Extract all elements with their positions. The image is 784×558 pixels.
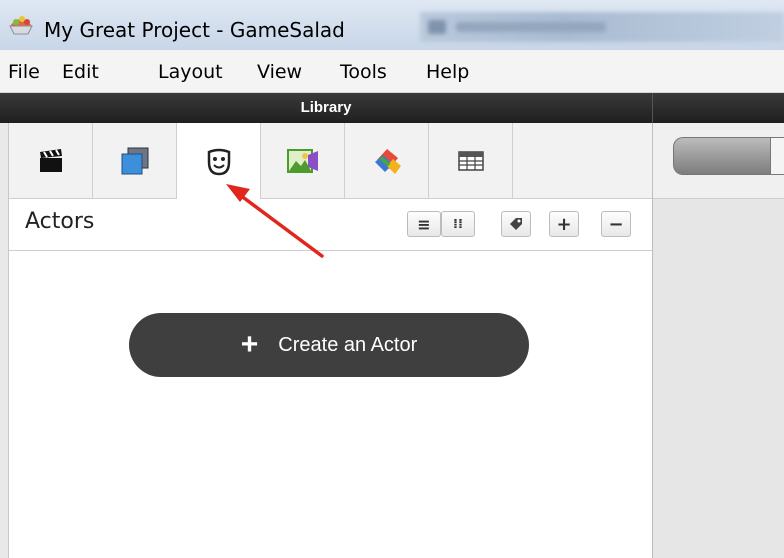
grid-view-button[interactable]: ⁞⁞ <box>441 211 475 237</box>
menu-file[interactable]: File <box>8 61 40 83</box>
menu-layout[interactable]: Layout <box>158 61 223 83</box>
actors-toolbar: Actors ≡ ⁞⁞ + − <box>9 199 653 251</box>
menu-view[interactable]: View <box>257 61 302 83</box>
grid-view-icon: ⁞⁞ <box>453 216 463 232</box>
remove-actor-button[interactable]: − <box>601 211 631 237</box>
mode-toggle[interactable] <box>673 137 784 175</box>
table-icon <box>457 151 484 171</box>
clapperboard-icon <box>39 149 62 172</box>
section-title: Actors <box>25 209 95 234</box>
library-tabs <box>9 123 653 200</box>
plus-icon: + <box>556 213 572 235</box>
tag-icon <box>510 218 522 230</box>
blurred-region <box>420 12 784 42</box>
minus-icon: − <box>608 213 624 235</box>
plus-icon: + <box>240 328 259 361</box>
menu-bar: File Edit Layout View Tools Help <box>0 50 784 93</box>
menu-edit[interactable]: Edit <box>62 61 99 83</box>
mode-toggle-segment[interactable] <box>770 138 784 174</box>
stacked-squares-icon <box>121 147 148 175</box>
tab-actors[interactable] <box>177 123 261 200</box>
tag-button[interactable] <box>501 211 531 237</box>
stage-header <box>652 93 784 123</box>
list-view-button[interactable]: ≡ <box>407 211 441 237</box>
tab-images[interactable] <box>261 123 345 199</box>
title-bar: My Great Project - GameSalad <box>0 0 784 50</box>
tab-tables[interactable] <box>429 123 513 199</box>
create-actor-label: Create an Actor <box>278 333 418 356</box>
library-header: Library <box>0 93 652 123</box>
window-title: My Great Project - GameSalad <box>44 18 345 42</box>
tab-layers[interactable] <box>93 123 177 199</box>
puzzle-icon <box>374 149 401 174</box>
stage-panel <box>652 123 784 558</box>
stage-toolbar <box>653 123 784 199</box>
library-panel: Actors ≡ ⁞⁞ + − + Create an Actor <box>8 123 653 558</box>
tab-behaviors[interactable] <box>345 123 429 199</box>
menu-tools[interactable]: Tools <box>340 61 387 83</box>
menu-help[interactable]: Help <box>426 61 469 83</box>
list-view-icon: ≡ <box>417 214 431 234</box>
gamesalad-app-icon <box>9 16 33 35</box>
library-header-label: Library <box>300 99 352 116</box>
tab-scenes[interactable] <box>9 123 93 199</box>
create-actor-button[interactable]: + Create an Actor <box>129 313 529 377</box>
image-icon <box>286 149 318 173</box>
add-actor-button[interactable]: + <box>549 211 579 237</box>
mask-icon <box>207 148 230 175</box>
